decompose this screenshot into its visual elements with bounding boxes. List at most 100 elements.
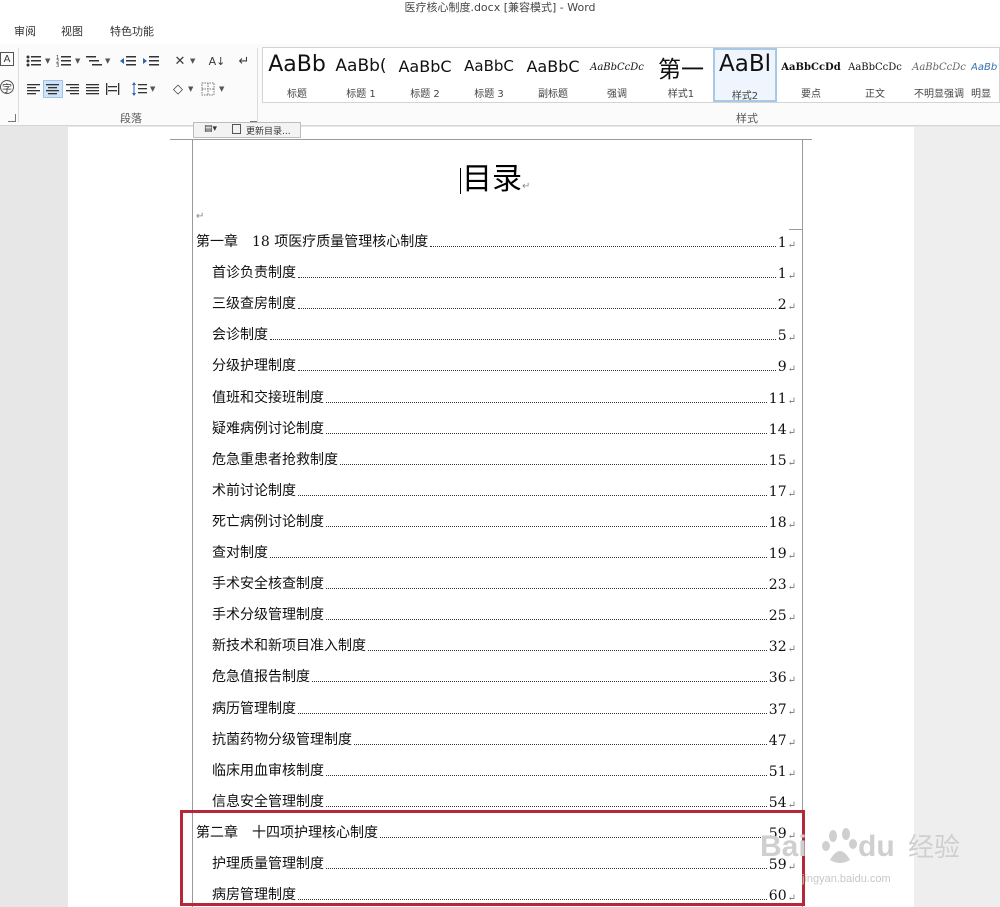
toc-dot-leader xyxy=(298,277,776,278)
toc-entry-text: 手术安全核查制度 xyxy=(212,576,324,592)
paragraph-mark: ↵ xyxy=(787,302,796,313)
paragraph-mark: ↵ xyxy=(787,271,796,282)
decrease-indent-icon-glyph xyxy=(120,56,136,66)
bullets-icon[interactable] xyxy=(24,52,44,70)
chevron-down-icon[interactable]: ▼ xyxy=(150,85,155,93)
toc-section-entry[interactable]: 危急值报告制度 36 ↵ xyxy=(212,666,796,686)
svg-text:经验: 经验 xyxy=(908,833,960,863)
sort-icon[interactable]: A↓ xyxy=(207,52,227,70)
toc-section-entry[interactable]: 分级护理制度 9 ↵ xyxy=(212,355,796,375)
style-heading-2[interactable]: AaBbC 标题 2 xyxy=(393,48,457,102)
toc-dot-leader xyxy=(326,402,767,403)
style-sample: AaBbCcDc xyxy=(590,62,644,73)
tab-view[interactable]: 视图 xyxy=(61,23,83,39)
show-marks-icon[interactable]: ↵ xyxy=(234,52,254,70)
toc-chapter-entry[interactable]: 第一章 18 项医疗质量管理核心制度 1 ↵ xyxy=(196,231,796,251)
toc-section-entry[interactable]: 危急重患者抢救制度 15 ↵ xyxy=(212,449,796,469)
baidu-logo-icon: Bai du 经验 jingyan.baidu.com xyxy=(760,828,960,885)
justify-icon[interactable] xyxy=(83,80,103,98)
style-subtitle[interactable]: AaBbC 副标题 xyxy=(521,48,585,102)
toc-section-entry[interactable]: 查对制度 19 ↵ xyxy=(212,542,796,562)
style-key-point[interactable]: AaBbCcDd 要点 xyxy=(779,48,843,102)
toc-dot-leader xyxy=(326,433,767,434)
chevron-down-icon[interactable]: ▼ xyxy=(105,57,110,65)
align-center-icon[interactable] xyxy=(43,80,63,98)
toc-section-entry[interactable]: 死亡病例讨论制度 18 ↵ xyxy=(212,511,796,531)
toc-dot-leader xyxy=(298,713,767,714)
font-dialog-launcher-icon[interactable] xyxy=(8,114,16,122)
style-emphasis[interactable]: AaBbCcDc 强调 xyxy=(585,48,649,102)
bullets-icon-glyph xyxy=(26,55,41,67)
style-heading-1[interactable]: AaBb( 标题 1 xyxy=(329,48,393,102)
chevron-down-icon[interactable]: ▼ xyxy=(188,85,193,93)
chevron-down-icon[interactable]: ▼ xyxy=(219,85,224,93)
watermark-url: jingyan.baidu.com xyxy=(801,873,891,885)
align-left-icon[interactable] xyxy=(24,80,44,98)
toc-section-entry[interactable]: 临床用血审核制度 51 ↵ xyxy=(212,760,796,780)
align-right-icon[interactable] xyxy=(63,80,83,98)
chevron-down-icon[interactable]: ▼ xyxy=(190,57,195,65)
multilevel-list-icon[interactable] xyxy=(84,52,104,70)
style-normal[interactable]: AaBbCcDc 正文 xyxy=(843,48,907,102)
style-title[interactable]: AaBb 标题 xyxy=(265,48,329,102)
toc-page-number: 9 xyxy=(777,359,787,375)
paragraph-mark: ↵ xyxy=(787,707,796,718)
tab-review[interactable]: 审阅 xyxy=(14,23,36,39)
style-label: 标题 3 xyxy=(474,89,504,100)
char-border-icon[interactable]: A xyxy=(0,52,14,66)
style-custom-2[interactable]: AaBl 样式2 xyxy=(713,48,777,102)
toc-frame-border xyxy=(789,140,803,230)
style-heading-3[interactable]: AaBbC 标题 3 xyxy=(457,48,521,102)
line-spacing-icon[interactable] xyxy=(130,80,150,98)
style-label: 不明显强调 xyxy=(914,89,964,100)
chinese-layout-icon[interactable]: ✕ xyxy=(170,52,190,70)
toc-entry-text: 术前讨论制度 xyxy=(212,483,296,499)
toc-section-entry[interactable]: 首诊负责制度 1 ↵ xyxy=(212,262,796,282)
toc-section-entry[interactable]: 会诊制度 5 ↵ xyxy=(212,324,796,344)
toc-page-number: 11 xyxy=(768,391,787,407)
increase-indent-icon[interactable] xyxy=(141,52,161,70)
style-intense[interactable]: AaBb 明显 xyxy=(971,48,999,102)
decrease-indent-icon[interactable] xyxy=(118,52,138,70)
borders-icon[interactable] xyxy=(198,80,218,98)
style-subtle-emphasis[interactable]: AaBbCcDc 不明显强调 xyxy=(907,48,971,102)
numbering-icon[interactable]: 123 xyxy=(54,52,74,70)
style-label: 标题 2 xyxy=(410,89,440,100)
enclosed-char-icon[interactable]: 字 xyxy=(0,80,14,95)
distributed-icon[interactable] xyxy=(103,80,123,98)
toc-entry-text: 三级查房制度 xyxy=(212,296,296,312)
update-toc-button[interactable]: 更新目录... xyxy=(246,124,291,137)
toc-entry-text: 危急值报告制度 xyxy=(212,669,310,685)
toc-page-number: 18 xyxy=(768,515,787,531)
line-spacing-icon-glyph xyxy=(132,82,147,96)
toc-dot-leader xyxy=(326,619,767,620)
chevron-down-icon[interactable]: ▼ xyxy=(45,57,50,65)
shading-icon[interactable]: ◇ xyxy=(168,80,188,98)
toc-section-entry[interactable]: 病历管理制度 37 ↵ xyxy=(212,698,796,718)
paragraph-mark: ↵ xyxy=(787,333,796,344)
toc-entry-text: 危急重患者抢救制度 xyxy=(212,452,338,468)
toc-section-entry[interactable]: 抗菌药物分级管理制度 47 ↵ xyxy=(212,729,796,749)
toc-section-entry[interactable]: 新技术和新项目准入制度 32 ↵ xyxy=(212,635,796,655)
increase-indent-icon-glyph xyxy=(143,56,159,66)
toc-section-entry[interactable]: 三级查房制度 2 ↵ xyxy=(212,293,796,313)
toc-section-entry[interactable]: 疑难病例讨论制度 14 ↵ xyxy=(212,418,796,438)
toc-section-entry[interactable]: 手术安全核查制度 23 ↵ xyxy=(212,573,796,593)
toc-dot-leader xyxy=(354,744,767,745)
title-bar: 医疗核心制度.docx [兼容模式] - Word xyxy=(0,0,1000,16)
toc-section-entry[interactable]: 信息安全管理制度 54 ↵ xyxy=(212,791,796,811)
paragraph-mark: ↵ xyxy=(787,458,796,469)
style-custom-1[interactable]: 第一 样式1 xyxy=(649,48,713,102)
paragraph-mark: ↵ xyxy=(196,211,205,222)
toc-section-entry[interactable]: 术前讨论制度 17 ↵ xyxy=(212,480,796,500)
paragraph-mark: ↵ xyxy=(787,738,796,749)
toc-entry-text: 首诊负责制度 xyxy=(212,265,296,281)
chevron-down-icon[interactable]: ▼ xyxy=(75,57,80,65)
toc-dot-leader xyxy=(298,370,776,371)
toc-menu-icon[interactable]: ▤▾ xyxy=(204,124,217,134)
tab-special-features[interactable]: 特色功能 xyxy=(110,23,154,39)
toc-section-entry[interactable]: 值班和交接班制度 11 ↵ xyxy=(212,387,796,407)
toc-page-number: 1 xyxy=(777,235,787,251)
toc-section-entry[interactable]: 手术分级管理制度 25 ↵ xyxy=(212,604,796,624)
right-margin-area xyxy=(914,127,1000,907)
